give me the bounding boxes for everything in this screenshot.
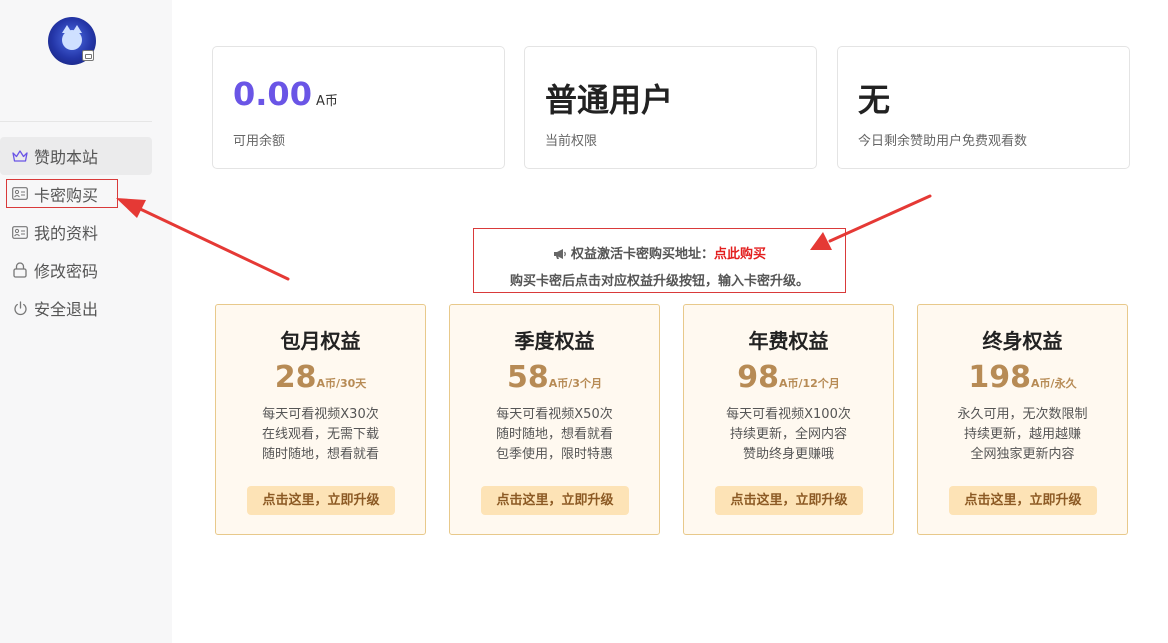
plan-description: 永久可用，无次数限制 持续更新，越用越赚 全网独家更新内容 xyxy=(957,407,1088,462)
plan-title: 包月权益 xyxy=(280,329,361,353)
crown-icon xyxy=(12,148,28,164)
plan-description: 每天可看视频X30次 在线观看，无需下载 随时随地，想看就看 xyxy=(261,407,379,462)
free-views-card: 无 今日剩余赞助用户免费观看数 xyxy=(837,46,1130,169)
lock-icon xyxy=(12,262,28,278)
plan-price: 28A币/30天 xyxy=(274,360,367,395)
app-root: 赞助本站 卡密购买 我的资料 修改密码 安全退出 0.00 A币 可用余额 普通… xyxy=(0,0,1168,643)
sidebar-item-sponsor[interactable]: 赞助本站 xyxy=(0,137,152,175)
sidebar-item-profile[interactable]: 我的资料 xyxy=(0,213,172,251)
plan-description: 每天可看视频X100次 持续更新，全网内容 赞助终身更赚哦 xyxy=(726,407,851,462)
avatar-edit-icon[interactable] xyxy=(82,50,94,61)
plan-description: 每天可看视频X50次 随时随地，想看就看 包季使用，限时特惠 xyxy=(495,407,613,462)
sidebar-item-logout[interactable]: 安全退出 xyxy=(0,289,172,327)
id-card-icon xyxy=(12,224,28,240)
id-card-icon xyxy=(12,186,28,202)
notice-line-2: 购买卡密后点击对应权益升级按钮，输入卡密升级。 xyxy=(509,274,809,289)
megaphone-icon xyxy=(553,248,567,264)
sidebar-menu: 赞助本站 卡密购买 我的资料 修改密码 安全退出 xyxy=(0,137,172,327)
upgrade-button[interactable]: 点击这里，立即升级 xyxy=(247,486,395,515)
sidebar-item-label: 安全退出 xyxy=(34,300,99,319)
plan-title: 终身权益 xyxy=(982,329,1063,353)
permission-value: 普通用户 xyxy=(545,81,674,119)
plan-title: 年费权益 xyxy=(748,329,829,353)
upgrade-button[interactable]: 点击这里，立即升级 xyxy=(481,486,629,515)
cat-avatar-icon xyxy=(62,25,82,50)
plan-card-monthly: 包月权益 28A币/30天 每天可看视频X30次 在线观看，无需下载 随时随地，想看… xyxy=(215,304,426,535)
balance-label: 可用余额 xyxy=(233,134,286,149)
upgrade-button[interactable]: 点击这里，立即升级 xyxy=(949,486,1097,515)
plan-price: 58A币/3个月 xyxy=(507,360,602,395)
sidebar-item-label: 我的资料 xyxy=(34,224,99,243)
plan-title: 季度权益 xyxy=(514,329,595,353)
plan-card-yearly: 年费权益 98A币/12个月 每天可看视频X100次 持续更新，全网内容 赞助终身更… xyxy=(683,304,894,535)
plan-card-lifetime: 终身权益 198A币/永久 永久可用，无次数限制 持续更新，越用越赚 全网独家更新内… xyxy=(917,304,1128,535)
plan-card-quarterly: 季度权益 58A币/3个月 每天可看视频X50次 随时随地，想看就看 包季使用，限时… xyxy=(449,304,660,535)
sidebar-divider xyxy=(0,121,152,122)
notice-line-1: 权益激活卡密购买地址：点此购买 xyxy=(474,243,845,264)
sidebar: 赞助本站 卡密购买 我的资料 修改密码 安全退出 xyxy=(0,0,172,643)
purchase-notice: 权益激活卡密购买地址：点此购买 购买卡密后点击对应权益升级按钮，输入卡密升级。 xyxy=(473,228,846,293)
sidebar-item-label: 修改密码 xyxy=(34,262,99,281)
plan-price: 198A币/永久 xyxy=(968,360,1077,395)
balance-value: 0.00 A币 xyxy=(233,75,338,113)
sidebar-item-card-purchase[interactable]: 卡密购买 xyxy=(6,179,118,208)
upgrade-button[interactable]: 点击这里，立即升级 xyxy=(715,486,863,515)
balance-card: 0.00 A币 可用余额 xyxy=(212,46,505,169)
balance-unit: A币 xyxy=(315,94,338,109)
free-views-label: 今日剩余赞助用户免费观看数 xyxy=(858,134,1028,149)
plan-price: 98A币/12个月 xyxy=(737,360,840,395)
permission-label: 当前权限 xyxy=(545,134,598,149)
sidebar-item-label: 卡密购买 xyxy=(34,185,99,205)
free-views-value: 无 xyxy=(858,81,891,119)
sidebar-item-change-password[interactable]: 修改密码 xyxy=(0,251,172,289)
permission-card: 普通用户 当前权限 xyxy=(524,46,817,169)
sidebar-item-label: 赞助本站 xyxy=(34,148,99,167)
power-icon xyxy=(12,300,28,316)
buy-here-link[interactable]: 点此购买 xyxy=(714,247,766,262)
